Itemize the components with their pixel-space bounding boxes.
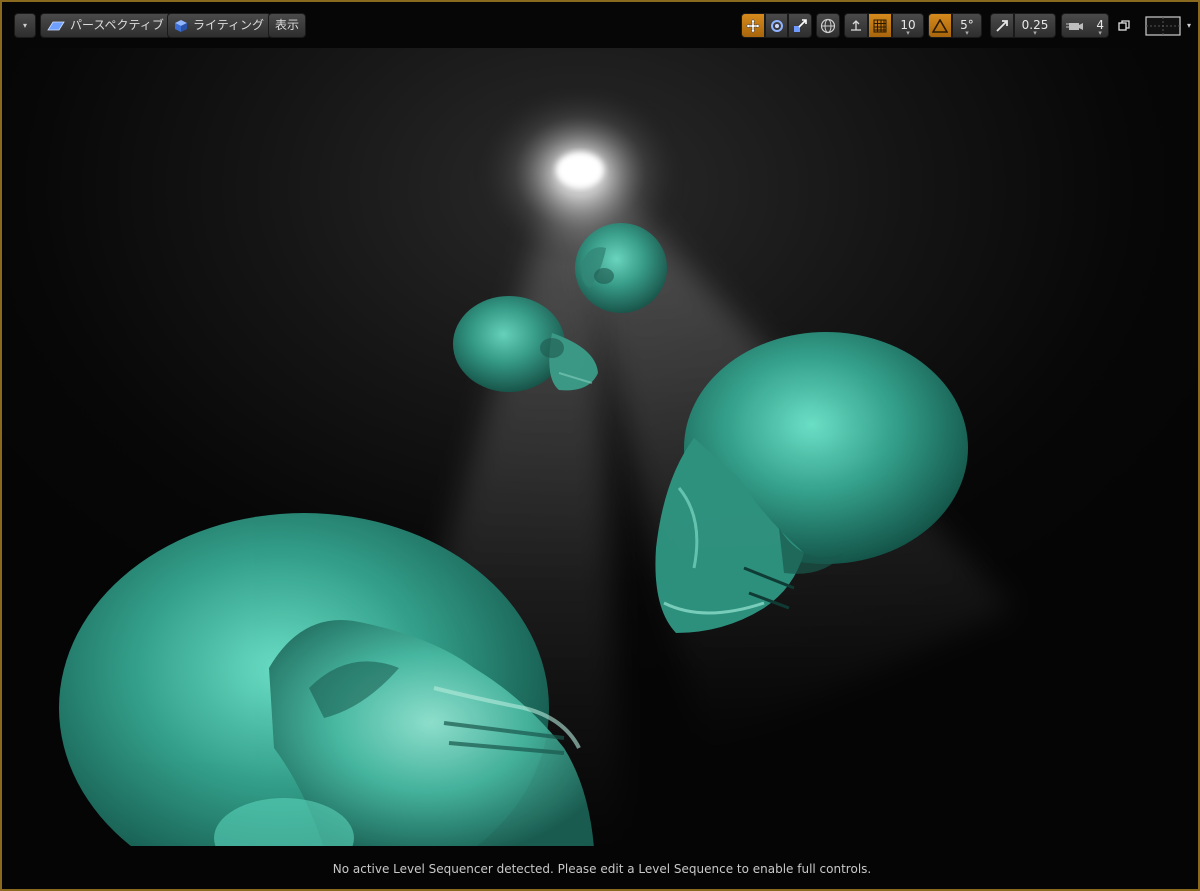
rotation-snap-toggle[interactable] <box>928 13 952 38</box>
perspective-button[interactable]: パースペクティブ <box>40 13 171 38</box>
show-label: 表示 <box>275 18 300 32</box>
sequencer-status-bar: No active Level Sequencer detected. Plea… <box>4 846 1198 889</box>
grid-icon <box>873 19 887 33</box>
skull-small-top <box>575 223 667 313</box>
scale-icon <box>792 18 808 34</box>
lighting-button[interactable]: ライティング <box>167 13 272 38</box>
translate-tool-button[interactable] <box>741 13 765 38</box>
viewport-options-button[interactable]: ▾ <box>14 13 36 38</box>
scale-snap-value[interactable]: 0.25 ▾ <box>1014 13 1056 38</box>
angle-icon <box>932 18 948 33</box>
restore-window-icon <box>1118 19 1130 32</box>
perspective-icon <box>47 20 65 32</box>
viewport-toolbar: ▾ パースペクティブ ライティング 表示 10 ▾ 5° ▾ 0.25 ▾ 4 … <box>2 2 1198 48</box>
sequencer-status-message: No active Level Sequencer detected. Plea… <box>332 861 872 876</box>
viewport-frame: ▾ パースペクティブ ライティング 表示 10 ▾ 5° ▾ 0.25 ▾ 4 … <box>0 0 1200 891</box>
camera-speed-number: 4 ▾ <box>1096 18 1104 37</box>
scale-tool-button[interactable] <box>788 13 812 38</box>
scale-arrow-icon <box>995 19 1009 33</box>
viewport-layout-icon <box>1145 15 1181 36</box>
rotation-snap-number: 5° ▾ <box>960 18 974 37</box>
lighting-label: ライティング <box>193 18 265 32</box>
surface-snap-button[interactable] <box>844 13 868 38</box>
layout-options-button[interactable]: ▾ <box>1142 13 1194 38</box>
perspective-label: パースペクティブ <box>70 18 164 32</box>
camera-icon <box>1066 20 1084 32</box>
lit-cube-icon <box>174 19 188 33</box>
viewport-scene[interactable] <box>4 48 1198 846</box>
grid-snap-number: 10 ▾ <box>900 18 916 37</box>
maximize-viewport-button[interactable] <box>1114 13 1134 38</box>
scale-snap-number: 0.25 ▾ <box>1021 18 1049 37</box>
scene-render <box>59 78 1014 846</box>
grid-snap-value[interactable]: 10 ▾ <box>892 13 924 38</box>
globe-icon <box>820 18 836 34</box>
rotate-icon <box>770 19 784 33</box>
grid-snap-toggle[interactable] <box>868 13 892 38</box>
camera-speed-button[interactable]: 4 ▾ <box>1061 13 1109 38</box>
rotation-snap-value[interactable]: 5° ▾ <box>952 13 982 38</box>
surface-snap-icon <box>848 18 864 34</box>
scale-snap-toggle[interactable] <box>990 13 1014 38</box>
move-icon <box>745 18 761 34</box>
rotate-tool-button[interactable] <box>765 13 788 38</box>
show-button[interactable]: 表示 <box>268 13 307 38</box>
chevron-down-icon: ▾ <box>22 21 27 30</box>
chevron-down-icon: ▾ <box>1186 21 1191 30</box>
coordinate-system-button[interactable] <box>816 13 840 38</box>
